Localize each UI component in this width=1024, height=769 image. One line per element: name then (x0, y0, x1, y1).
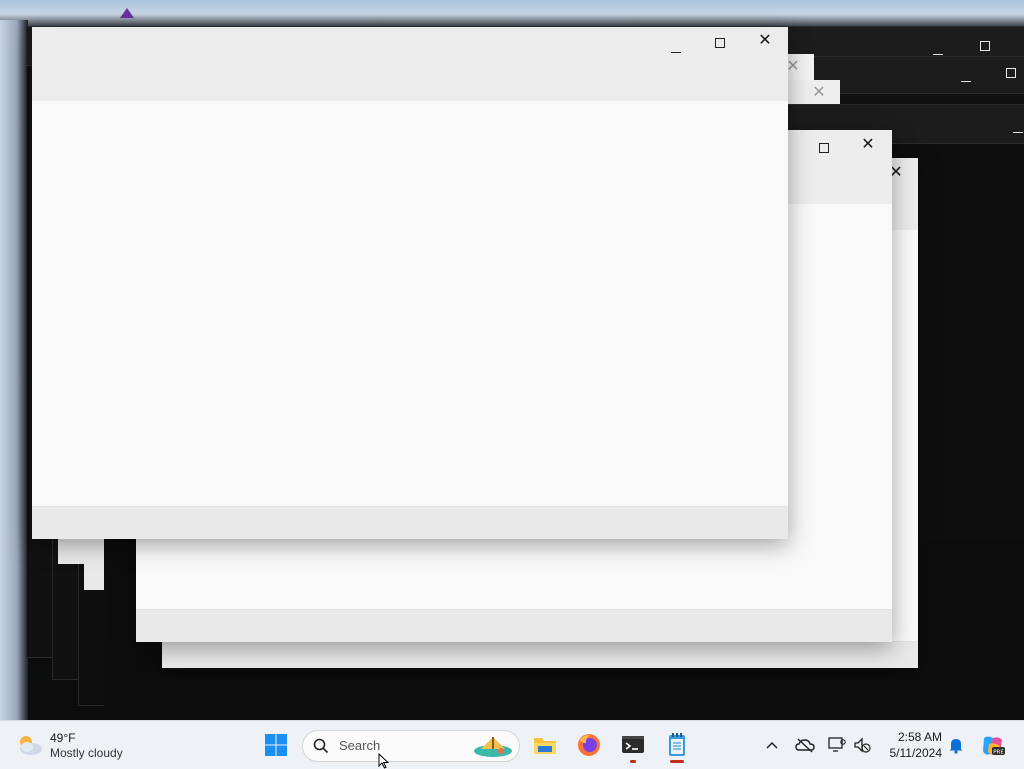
search-icon (313, 738, 329, 754)
minimize-button[interactable] (668, 40, 684, 58)
notification-bell-icon[interactable] (947, 736, 965, 754)
copilot-icon[interactable]: PRE (980, 734, 1006, 758)
windows-start-icon[interactable] (262, 731, 290, 759)
close-icon[interactable]: ✕ (786, 58, 800, 74)
firefox-icon[interactable] (575, 731, 603, 759)
maximize-icon[interactable] (980, 41, 990, 53)
main-window-titlebar[interactable] (32, 27, 788, 101)
stacked-window-3-footer (162, 641, 918, 668)
close-icon[interactable]: ✕ (812, 84, 826, 100)
window-fragment (84, 564, 104, 590)
weather-condition: Mostly cloudy (50, 746, 123, 760)
taskbar: 49°F Mostly cloudy Search 2:58 AM 5/11/2… (0, 720, 1024, 769)
file-explorer-icon[interactable] (531, 731, 559, 759)
maximize-icon[interactable] (1006, 68, 1016, 80)
onedrive-icon[interactable] (795, 737, 815, 753)
mouse-cursor-icon (378, 753, 390, 769)
terminal-icon (622, 736, 644, 753)
minimize-icon[interactable] (961, 72, 971, 84)
notepad-app[interactable] (663, 731, 691, 763)
clock-time: 2:58 AM (897, 730, 942, 744)
search-box[interactable]: Search (302, 730, 520, 762)
weather-widget[interactable]: 49°F Mostly cloudy (16, 729, 156, 763)
window-fragment (58, 538, 104, 564)
close-button[interactable]: ✕ (858, 136, 878, 152)
search-placeholder: Search (339, 738, 381, 753)
svg-text:PRE: PRE (993, 750, 1004, 756)
maximize-button[interactable] (712, 35, 728, 53)
main-window-content (32, 101, 788, 507)
wallpaper-fragment (120, 8, 134, 18)
cloud-sun-icon (20, 736, 42, 755)
running-indicator (630, 760, 636, 763)
network-icon[interactable] (828, 736, 846, 754)
terminal-app[interactable] (619, 731, 647, 763)
maximize-button[interactable] (818, 140, 830, 158)
main-window-footer (32, 506, 788, 539)
volume-muted-icon[interactable] (853, 736, 871, 754)
active-indicator (670, 760, 684, 763)
weather-temperature: 49°F (50, 731, 76, 745)
clock-date: 5/11/2024 (889, 746, 943, 760)
chevron-up-icon[interactable] (766, 740, 778, 750)
secondary-window-footer (136, 609, 892, 642)
minimize-icon[interactable] (1013, 123, 1023, 135)
desktop-wallpaper-strip (0, 20, 28, 720)
close-button[interactable]: ✕ (755, 32, 775, 48)
notepad-icon (669, 733, 685, 756)
stacked-window-tab-2: ✕ (786, 80, 840, 104)
search-highlight-icon (474, 737, 512, 757)
main-window: ✕ (32, 27, 788, 539)
clock[interactable]: 2:58 AM 5/11/2024 (882, 729, 943, 761)
